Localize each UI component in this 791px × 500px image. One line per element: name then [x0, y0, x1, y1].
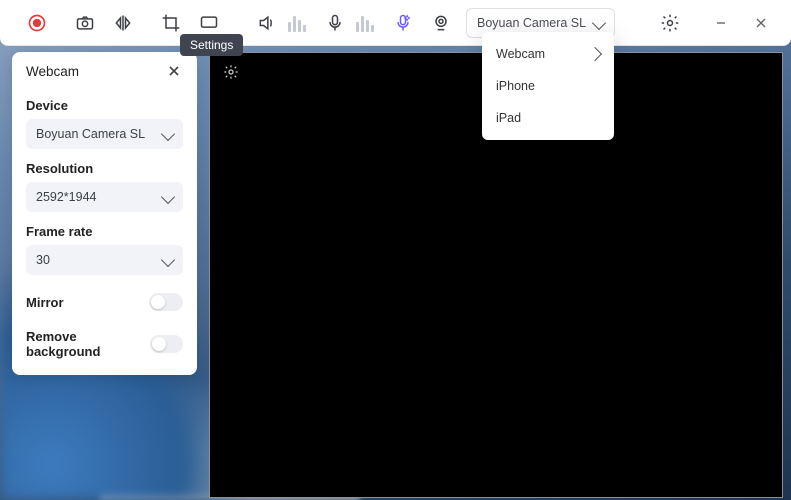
resolution-select[interactable]: 2592*1944: [26, 182, 183, 212]
camera-dropdown: Webcam iPhone iPad: [482, 32, 614, 140]
device-label: Device: [26, 98, 183, 113]
record-button[interactable]: [18, 4, 56, 42]
webcam-button[interactable]: [422, 4, 460, 42]
dropdown-item-label: Webcam: [496, 47, 545, 61]
framerate-select-value: 30: [36, 253, 50, 267]
dropdown-item-label: iPad: [496, 111, 521, 125]
dropdown-item-ipad[interactable]: iPad: [482, 102, 614, 134]
dropdown-item-iphone[interactable]: iPhone: [482, 70, 614, 102]
preview-settings-button[interactable]: [220, 61, 242, 83]
dropdown-item-webcam[interactable]: Webcam: [482, 38, 614, 70]
dropdown-item-label: iPhone: [496, 79, 535, 93]
flip-button[interactable]: [104, 4, 142, 42]
chevron-down-icon: [161, 253, 175, 267]
device-select[interactable]: Boyuan Camera SL: [26, 119, 183, 149]
screenshot-button[interactable]: [66, 4, 104, 42]
remove-bg-label: Remove background: [26, 329, 150, 359]
minimize-button[interactable]: [703, 8, 739, 38]
webcam-panel: Webcam Device Boyuan Camera SL Resolutio…: [12, 52, 197, 375]
ai-voice-button[interactable]: [384, 4, 422, 42]
chevron-down-icon: [161, 190, 175, 204]
resolution-label: Resolution: [26, 161, 183, 176]
mic-vu-meter: [356, 14, 374, 32]
mirror-toggle[interactable]: [149, 293, 183, 311]
remove-bg-toggle[interactable]: [150, 335, 183, 353]
chevron-right-icon: [588, 47, 602, 61]
crop-button[interactable]: [152, 4, 190, 42]
top-toolbar: Settings Boyuan Camera SL: [0, 0, 791, 46]
annotation-button[interactable]: Settings: [190, 4, 228, 42]
panel-title: Webcam: [26, 64, 79, 79]
device-select-value: Boyuan Camera SL: [36, 127, 145, 141]
chevron-down-icon: [161, 127, 175, 141]
close-button[interactable]: [743, 8, 779, 38]
settings-button[interactable]: [651, 4, 689, 42]
window-controls: [703, 8, 779, 38]
panel-close-button[interactable]: [165, 62, 183, 80]
framerate-label: Frame rate: [26, 224, 183, 239]
resolution-select-value: 2592*1944: [36, 190, 96, 204]
speaker-vu-meter: [288, 14, 306, 32]
mirror-label: Mirror: [26, 295, 64, 310]
chevron-down-icon: [592, 15, 606, 29]
speaker-button[interactable]: [248, 4, 286, 42]
mic-button[interactable]: [316, 4, 354, 42]
framerate-select[interactable]: 30: [26, 245, 183, 275]
camera-select-label: Boyuan Camera SL: [477, 16, 586, 30]
